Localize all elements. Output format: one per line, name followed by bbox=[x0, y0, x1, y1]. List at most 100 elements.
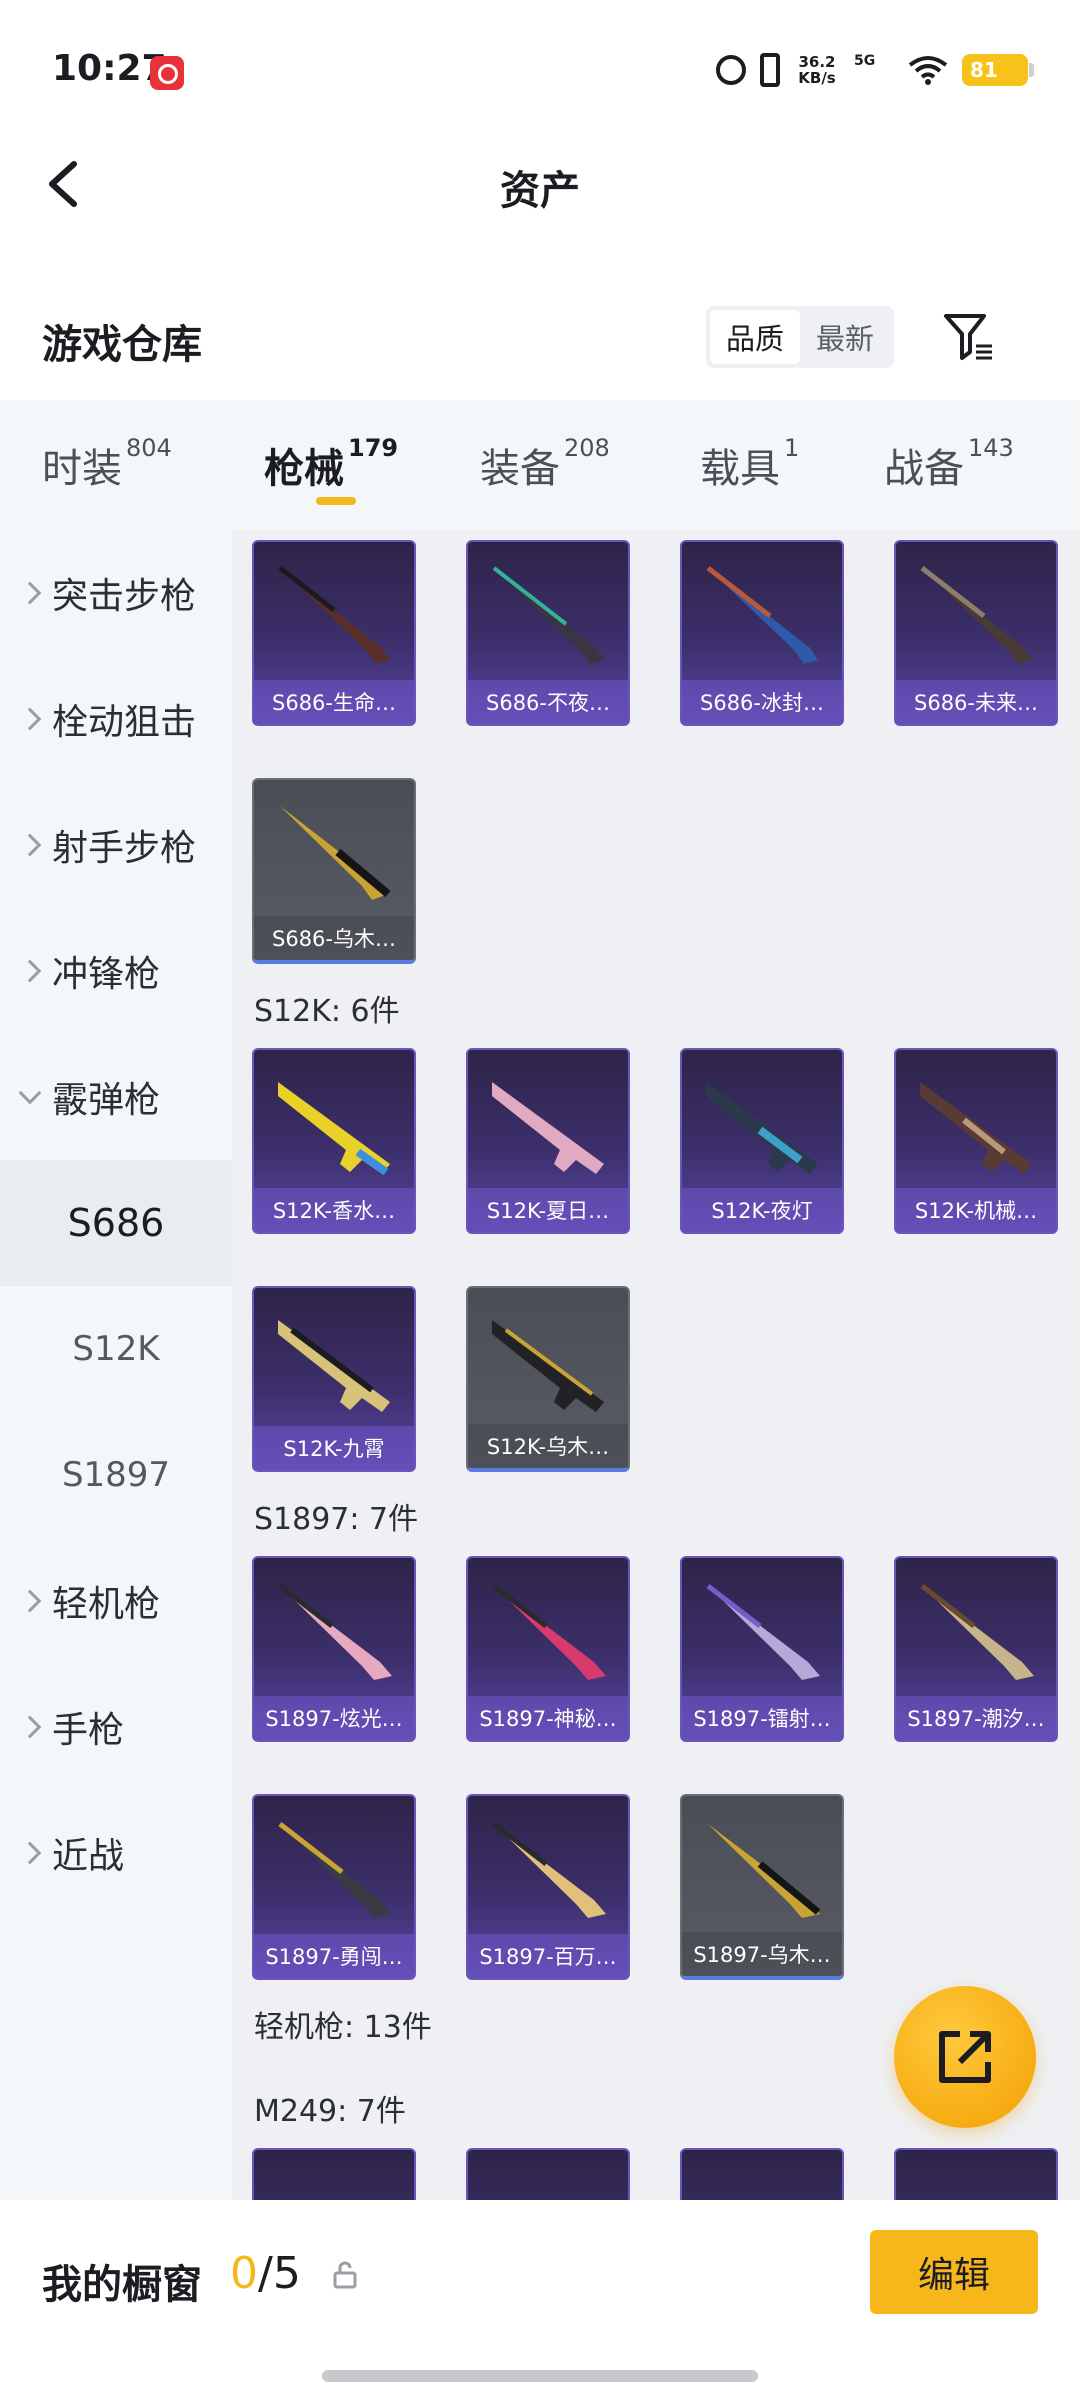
chevron-right-icon bbox=[18, 581, 42, 605]
bottom-bar: 我的橱窗 0/5 编辑 bbox=[0, 2200, 1080, 2400]
item-name: S1897-勇闯… bbox=[254, 1934, 414, 1978]
item-card-s1897[interactable]: S1897-勇闯… bbox=[252, 1794, 416, 1980]
item-name: S12K-九霄 bbox=[254, 1426, 414, 1470]
item-card-s1897[interactable]: S1897-神秘… bbox=[466, 1556, 630, 1742]
sidebar-item-melee[interactable]: 近战 bbox=[0, 1790, 232, 1916]
tab-count: 208 bbox=[564, 434, 610, 462]
external-link-icon bbox=[939, 2031, 991, 2083]
item-card-s12k[interactable]: S12K-九霄 bbox=[252, 1286, 416, 1472]
showcase-total: /5 bbox=[258, 2248, 301, 2299]
item-card-s12k[interactable]: S12K-夏日… bbox=[466, 1048, 630, 1234]
showcase-count: 0/5 bbox=[230, 2248, 301, 2299]
rifle-skin-icon bbox=[492, 1082, 604, 1174]
sidebar-item-label: 近战 bbox=[52, 1836, 125, 1877]
item-name: S12K-机械… bbox=[896, 1188, 1056, 1232]
item-name: S1897-镭射… bbox=[682, 1696, 842, 1740]
sidebar-item-marksman-rifle[interactable]: 射手步枪 bbox=[0, 782, 232, 908]
item-card-s686[interactable]: S686-未来… bbox=[894, 540, 1058, 726]
rifle-skin-icon bbox=[278, 1320, 390, 1412]
sidebar-item-bolt-sniper[interactable]: 栓动狙击 bbox=[0, 656, 232, 782]
item-card-m249[interactable] bbox=[680, 2148, 844, 2200]
chevron-right-icon bbox=[18, 1589, 42, 1613]
shotgun-skin-icon bbox=[278, 1584, 392, 1680]
section-title: 游戏仓库 bbox=[42, 322, 202, 368]
chevron-down-icon bbox=[18, 1081, 42, 1105]
sidebar-item-assault-rifle[interactable]: 突击步枪 bbox=[0, 530, 232, 656]
item-card-s12k[interactable]: S12K-香水… bbox=[252, 1048, 416, 1234]
item-name: S1897-乌木… bbox=[682, 1932, 842, 1976]
item-card-m249[interactable] bbox=[252, 2148, 416, 2200]
showcase-current: 0 bbox=[230, 2248, 258, 2299]
chevron-right-icon bbox=[18, 1715, 42, 1739]
filter-icon[interactable] bbox=[940, 308, 996, 364]
sort-option-quality[interactable]: 品质 bbox=[710, 310, 800, 364]
tab-tactical[interactable]: 战备 143 bbox=[884, 434, 1014, 494]
sidebar-subitem-s1897[interactable]: S1897 bbox=[0, 1412, 232, 1538]
lock-icon bbox=[333, 2261, 357, 2289]
item-card-s1897[interactable]: S1897-乌木… bbox=[680, 1794, 844, 1980]
sidebar-item-label: 霰弹枪 bbox=[52, 1080, 161, 1121]
share-fab-button[interactable] bbox=[894, 1986, 1036, 2128]
app-notification-icon bbox=[150, 56, 184, 90]
item-card-s686[interactable]: S686-乌木… bbox=[252, 778, 416, 964]
tab-firearms[interactable]: 枪械 179 bbox=[264, 434, 398, 494]
item-card-s1897[interactable]: S1897-百万… bbox=[466, 1794, 630, 1980]
item-card-s1897[interactable]: S1897-镭射… bbox=[680, 1556, 844, 1742]
item-card-s12k[interactable]: S12K-乌木… bbox=[466, 1286, 630, 1472]
edit-button[interactable]: 编辑 bbox=[870, 2230, 1038, 2314]
item-card-s686[interactable]: S686-不夜… bbox=[466, 540, 630, 726]
shotgun-skin-icon bbox=[492, 1822, 606, 1918]
tab-label: 时装 bbox=[42, 446, 122, 492]
sidebar-subitem-s12k[interactable]: S12K bbox=[0, 1286, 232, 1412]
signal-icon: 5G bbox=[854, 53, 894, 87]
sidebar-item-shotgun[interactable]: 霰弹枪 bbox=[0, 1034, 232, 1160]
rifle-skin-icon bbox=[278, 1082, 390, 1176]
shotgun-skin-icon bbox=[920, 566, 1032, 664]
category-tabs: 时装 804 枪械 179 装备 208 载具 1 战备 143 bbox=[0, 400, 1080, 530]
app-header: 资产 bbox=[0, 140, 1080, 230]
item-name: S12K-乌木… bbox=[468, 1424, 628, 1468]
active-tab-indicator bbox=[316, 497, 356, 505]
tab-label: 载具 bbox=[700, 446, 780, 492]
status-bar: 10:27 36.2 KB/s 5G 81 bbox=[0, 0, 1080, 140]
sidebar-item-pistol[interactable]: 手枪 bbox=[0, 1664, 232, 1790]
shotgun-skin-icon bbox=[708, 1824, 821, 1918]
status-icons: 36.2 KB/s 5G 81 bbox=[716, 50, 1034, 90]
item-card-s12k[interactable]: S12K-夜灯 bbox=[680, 1048, 844, 1234]
item-card-s686[interactable]: S686-生命… bbox=[252, 540, 416, 726]
sidebar-item-lmg[interactable]: 轻机枪 bbox=[0, 1538, 232, 1664]
rifle-skin-icon bbox=[706, 1082, 818, 1174]
item-card-s12k[interactable]: S12K-机械… bbox=[894, 1048, 1058, 1234]
item-card-m249[interactable] bbox=[894, 2148, 1058, 2200]
sort-option-newest[interactable]: 最新 bbox=[800, 310, 890, 364]
tab-vehicles[interactable]: 载具 1 bbox=[700, 434, 799, 494]
item-name: S686-生命… bbox=[254, 680, 414, 724]
item-name: S12K-夏日… bbox=[468, 1188, 628, 1232]
group-label-s1897: S1897: 7件 bbox=[254, 1502, 419, 1537]
group-label-lmg: 轻机枪: 13件 bbox=[254, 2010, 432, 2045]
tab-fashion[interactable]: 时装 804 bbox=[42, 434, 172, 494]
page-title: 资产 bbox=[500, 168, 580, 214]
home-indicator[interactable] bbox=[322, 2370, 758, 2382]
shotgun-skin-icon bbox=[492, 1584, 606, 1680]
shotgun-skin-icon bbox=[278, 1822, 392, 1918]
sidebar-subitem-s686[interactable]: S686 bbox=[0, 1160, 232, 1286]
item-name: S686-不夜… bbox=[468, 680, 628, 724]
tab-equipment[interactable]: 装备 208 bbox=[480, 434, 610, 494]
tab-label: 装备 bbox=[480, 446, 560, 492]
item-card-s1897[interactable]: S1897-炫光… bbox=[252, 1556, 416, 1742]
sidebar-item-smg[interactable]: 冲锋枪 bbox=[0, 908, 232, 1034]
item-name: S686-冰封… bbox=[682, 680, 842, 724]
rifle-skin-icon bbox=[920, 1082, 1032, 1174]
rifle-skin-icon bbox=[492, 1320, 604, 1412]
showcase-label: 我的橱窗 bbox=[42, 2262, 202, 2308]
item-name: S12K-香水… bbox=[254, 1188, 414, 1232]
item-card-s1897[interactable]: S1897-潮汐… bbox=[894, 1556, 1058, 1742]
item-card-m249[interactable] bbox=[466, 2148, 630, 2200]
group-label-m249: M249: 7件 bbox=[254, 2094, 406, 2129]
item-card-s686[interactable]: S686-冰封… bbox=[680, 540, 844, 726]
tab-count: 804 bbox=[126, 434, 172, 462]
network-speed: 36.2 KB/s bbox=[794, 54, 840, 86]
chevron-right-icon bbox=[18, 707, 42, 731]
sort-toggle: 品质 最新 bbox=[706, 306, 894, 368]
